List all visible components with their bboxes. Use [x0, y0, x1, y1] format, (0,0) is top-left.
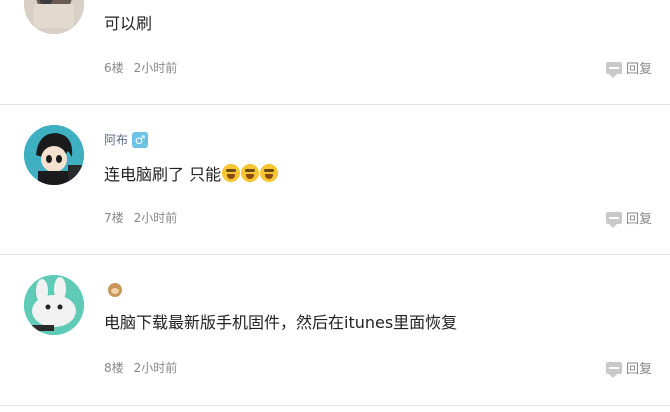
- avatar[interactable]: [24, 125, 84, 185]
- reply-button[interactable]: 回复: [605, 358, 652, 378]
- comment-item: 电脑下载最新版手机固件，然后在itunes里面恢复 8楼 2小时前 回复: [0, 255, 670, 405]
- reply-button[interactable]: 回复: [605, 58, 652, 78]
- comment-time: 2小时前: [133, 61, 178, 75]
- reply-label: 回复: [625, 62, 652, 77]
- monkey-icon: [108, 283, 122, 297]
- comment-meta: 8楼 2小时前: [104, 359, 177, 376]
- avatar[interactable]: [24, 275, 84, 335]
- laugh-cry-emoji-icon: [241, 164, 260, 182]
- username[interactable]: [104, 283, 122, 297]
- comment-text: 可以刷: [104, 14, 153, 33]
- laugh-cry-emoji-icon: [222, 164, 241, 182]
- reply-label: 回复: [625, 212, 652, 227]
- floor-number: 8楼: [104, 361, 124, 375]
- comment-content: 可以刷: [104, 10, 152, 34]
- comment-text: 电脑下载最新版手机固件，然后在itunes里面恢复: [104, 313, 458, 332]
- comment-time: 2小时前: [133, 211, 178, 225]
- divider: [0, 405, 670, 406]
- reply-icon: [605, 211, 622, 228]
- comment-item: 阿布 ♂ 连电脑刷了 只能 7楼 2小时前 回复: [0, 105, 670, 254]
- comment-content: 电脑下载最新版手机固件，然后在itunes里面恢复: [104, 309, 457, 333]
- reply-button[interactable]: 回复: [605, 208, 652, 228]
- comment-meta: 6楼 2小时前: [104, 59, 177, 76]
- reply-icon: [605, 61, 622, 78]
- reply-label: 回复: [625, 362, 652, 377]
- username[interactable]: 阿布 ♂: [104, 131, 149, 148]
- comment-meta: 7楼 2小时前: [104, 209, 177, 226]
- comment-content: 连电脑刷了 只能: [104, 161, 279, 185]
- comment-text: 连电脑刷了 只能: [104, 165, 222, 184]
- male-gender-icon: ♂: [132, 131, 149, 148]
- username-text[interactable]: 阿布: [104, 131, 128, 148]
- comment-item: 可以刷 6楼 2小时前 回复: [0, 0, 670, 104]
- comment-time: 2小时前: [133, 361, 178, 375]
- avatar[interactable]: [24, 0, 84, 34]
- reply-icon: [605, 361, 622, 378]
- laugh-cry-emoji-icon: [260, 164, 279, 182]
- floor-number: 7楼: [104, 211, 124, 225]
- floor-number: 6楼: [104, 61, 124, 75]
